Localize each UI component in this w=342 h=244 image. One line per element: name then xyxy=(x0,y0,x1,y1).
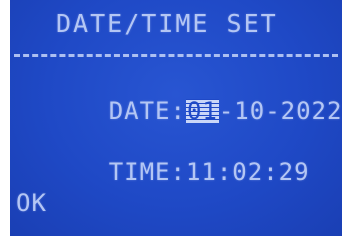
time-value[interactable]: 11:02:29 xyxy=(186,158,310,186)
dashed-divider xyxy=(14,54,338,57)
ok-button[interactable]: OK xyxy=(16,191,47,215)
screen-title: DATE/TIME SET xyxy=(56,9,278,38)
lcd-screen: DATE/TIME SET DATE:01-10-2022 TIME:11:02… xyxy=(10,0,342,236)
device-frame: DATE/TIME SET DATE:01-10-2022 TIME:11:02… xyxy=(0,0,342,244)
time-label: TIME: xyxy=(108,158,186,186)
time-row[interactable]: TIME:11:02:29 xyxy=(16,136,310,208)
date-label: DATE: xyxy=(108,97,186,125)
date-month-year-value[interactable]: -10-2022 xyxy=(219,97,342,125)
date-day-field[interactable]: 01 xyxy=(185,99,219,123)
